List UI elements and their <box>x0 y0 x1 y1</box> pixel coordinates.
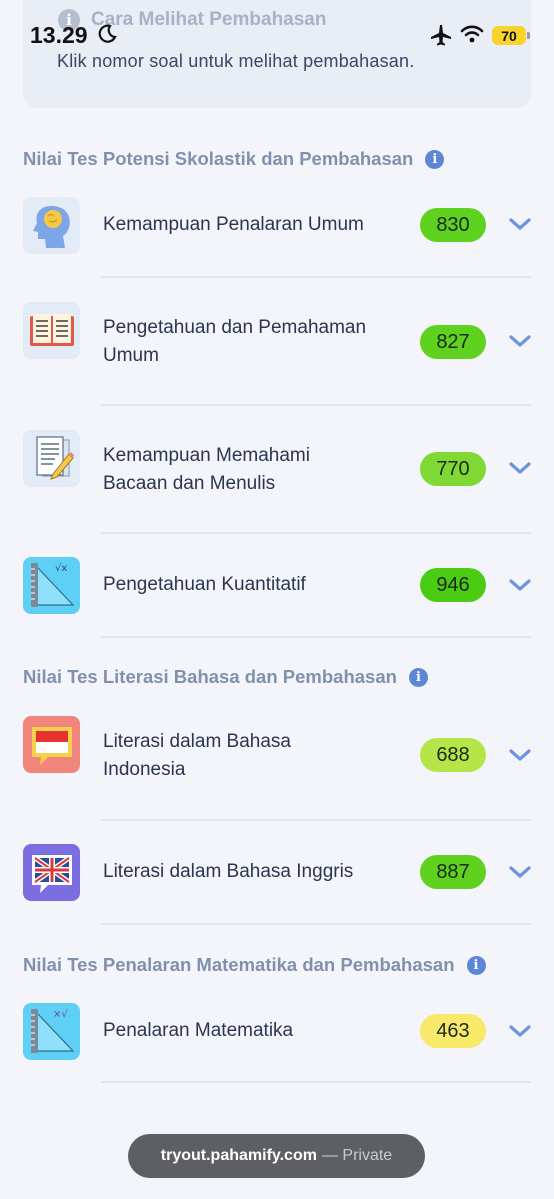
score-badge[interactable]: 827 <box>420 325 486 359</box>
score-badge[interactable]: 830 <box>420 208 486 242</box>
battery-cap <box>527 32 530 39</box>
uk-flag-chat-icon <box>23 844 80 901</box>
ruler-geometry-icon: ×√ <box>23 1003 80 1060</box>
divider <box>101 636 531 638</box>
divider <box>101 923 531 925</box>
chevron-down-icon[interactable] <box>509 747 531 763</box>
info-icon[interactable]: i <box>408 667 428 687</box>
status-time: 13.29 <box>30 22 88 48</box>
chevron-down-icon[interactable] <box>509 577 531 593</box>
score-badge[interactable]: 688 <box>420 738 486 772</box>
section-header-penalaran-matematika: Nilai Tes Penalaran Matematika dan Pemba… <box>23 954 486 976</box>
document-pencil-icon <box>23 430 80 487</box>
chevron-down-icon[interactable] <box>509 460 531 476</box>
info-icon[interactable]: i <box>466 955 486 975</box>
info-icon[interactable]: i <box>425 149 445 169</box>
moon-icon <box>98 24 117 43</box>
section-header-literasi-bahasa: Nilai Tes Literasi Bahasa dan Pembahasan… <box>23 666 428 688</box>
score-badge[interactable]: 887 <box>420 855 486 889</box>
divider <box>101 819 531 821</box>
subtest-label: Literasi dalam Bahasa Indonesia <box>103 731 291 780</box>
chevron-down-icon[interactable] <box>509 864 531 880</box>
wifi-icon <box>460 25 484 43</box>
score-badge[interactable]: 946 <box>420 568 486 602</box>
chevron-down-icon[interactable] <box>509 216 531 232</box>
browser-url-bar[interactable]: tryout.pahamify.com — Private <box>128 1134 425 1178</box>
divider <box>101 404 531 406</box>
subtest-row-pengetahuan-kuantitatif[interactable]: √x Pengetahuan Kuantitatif 946 <box>23 557 531 614</box>
score-badge[interactable]: 770 <box>420 452 486 486</box>
subtest-row-penalaran-matematika[interactable]: ×√ Penalaran Matematika 463 <box>23 1003 531 1060</box>
head-brain-icon <box>23 197 80 254</box>
url-text: tryout.pahamify.com <box>160 1147 317 1164</box>
open-book-icon <box>23 302 80 359</box>
section-header-potensi-skolastik: Nilai Tes Potensi Skolastik dan Pembahas… <box>23 148 445 170</box>
private-label: — Private <box>321 1147 393 1164</box>
score-badge[interactable]: 463 <box>420 1014 486 1048</box>
ruler-geometry-icon: √x <box>23 557 80 614</box>
subtest-row-memahami-bacaan[interactable]: Kemampuan Memahami Bacaan dan Menulis 770 <box>23 430 531 510</box>
svg-text:√x: √x <box>55 563 67 574</box>
subtest-row-literasi-indonesia[interactable]: Literasi dalam Bahasa Indonesia 688 <box>23 716 531 796</box>
chevron-down-icon[interactable] <box>509 1023 531 1039</box>
subtest-label: Pengetahuan Kuantitatif <box>103 574 306 595</box>
status-bar: 13.29 70 <box>0 0 554 70</box>
battery-indicator: 70 <box>492 26 526 45</box>
divider <box>101 532 531 534</box>
divider <box>101 276 531 278</box>
subtest-label: Literasi dalam Bahasa Inggris <box>103 861 354 882</box>
divider <box>101 1081 531 1083</box>
indonesia-flag-chat-icon <box>23 716 80 773</box>
subtest-row-literasi-inggris[interactable]: Literasi dalam Bahasa Inggris 887 <box>23 844 531 901</box>
subtest-label: Pengetahuan dan Pemahaman Umum <box>103 317 367 366</box>
subtest-label: Kemampuan Penalaran Umum <box>103 214 364 235</box>
section-title: Nilai Tes Literasi Bahasa dan Pembahasan <box>23 666 397 687</box>
svg-text:×√: ×√ <box>53 1009 68 1020</box>
chevron-down-icon[interactable] <box>509 333 531 349</box>
subtest-row-pengetahuan-umum[interactable]: Pengetahuan dan Pemahaman Umum 827 <box>23 302 531 382</box>
airplane-icon <box>431 25 451 46</box>
subtest-label: Penalaran Matematika <box>103 1020 294 1041</box>
subtest-label: Kemampuan Memahami Bacaan dan Menulis <box>103 445 310 494</box>
section-title: Nilai Tes Potensi Skolastik dan Pembahas… <box>23 148 414 169</box>
subtest-row-penalaran-umum[interactable]: Kemampuan Penalaran Umum 830 <box>23 197 531 254</box>
section-title: Nilai Tes Penalaran Matematika dan Pemba… <box>23 954 455 975</box>
